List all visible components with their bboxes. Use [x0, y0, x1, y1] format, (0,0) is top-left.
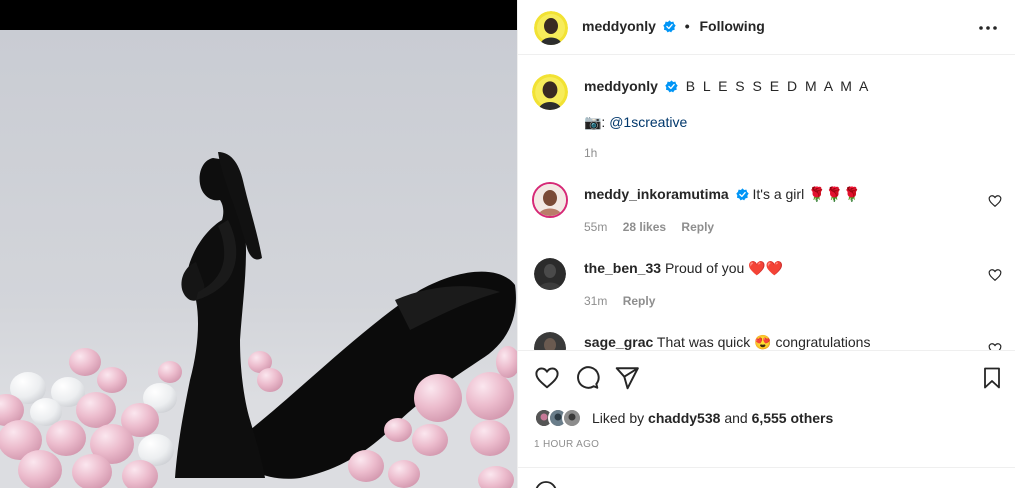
add-comment-bar[interactable] — [518, 467, 1015, 488]
verified-badge-icon — [663, 20, 676, 33]
liker-avatars — [534, 407, 590, 429]
comment-text-line: sage_grac That was quick 😍 congratulatio… — [584, 334, 870, 350]
caption-text: B L E S S E D M A M A — [685, 78, 871, 94]
post-details-panel: meddyonly • Following meddyonly B L E S … — [517, 0, 1015, 488]
commenter-avatar[interactable] — [532, 182, 568, 218]
liked-by-and: and — [724, 410, 748, 426]
photo-credit: 📷: @1screative — [584, 114, 687, 131]
heart-icon[interactable] — [534, 365, 560, 391]
comment-username[interactable]: meddy_inkoramutima — [584, 186, 729, 202]
bookmark-icon[interactable] — [980, 365, 1004, 391]
commenter-avatar[interactable] — [534, 332, 566, 350]
paper-plane-icon[interactable] — [614, 365, 640, 391]
comment-item: meddy_inkoramutima It's a girl 🌹🌹🌹 55m 2… — [532, 182, 1002, 256]
comment-item: the_ben_33 Proud of you ❤️❤️ 31m Reply — [532, 256, 1002, 330]
author-username[interactable]: meddyonly — [582, 18, 656, 34]
verified-badge-icon — [665, 80, 678, 93]
heart-icon[interactable] — [988, 194, 1002, 208]
post-timestamp: 1 HOUR AGO — [534, 439, 600, 450]
comment-text: That was quick 😍 congratulations — [656, 334, 871, 350]
camera-credit-prefix: 📷: — [584, 114, 606, 130]
verified-badge-icon — [735, 188, 749, 201]
comment-text: It's a girl 🌹🌹🌹 — [752, 186, 861, 202]
follow-separator: • — [684, 18, 690, 34]
comments-list[interactable]: meddyonly B L E S S E D M A M A 📷: @1scr… — [518, 56, 1015, 350]
caption-author-avatar[interactable] — [532, 74, 568, 110]
maternity-photo-image — [0, 0, 517, 488]
author-avatar[interactable] — [534, 11, 568, 45]
caption-line: meddyonly B L E S S E D M A M A — [584, 78, 870, 94]
more-horizontal-icon[interactable] — [976, 18, 1000, 38]
commenter-avatar[interactable] — [534, 258, 566, 290]
comment-meta: 55m 28 likes Reply — [584, 220, 726, 234]
comment-likes-count[interactable]: 28 likes — [623, 220, 666, 234]
comment-text-line: meddy_inkoramutima It's a girl 🌹🌹🌹 — [584, 186, 860, 203]
following-button[interactable]: Following — [699, 18, 764, 34]
likes-summary: Liked by chaddy538 and 6,555 others — [534, 407, 833, 429]
comment-time: 31m — [584, 294, 608, 308]
reply-button[interactable]: Reply — [681, 220, 714, 234]
comment-username[interactable]: the_ben_33 — [584, 260, 661, 276]
comment-text: Proud of you ❤️❤️ — [664, 260, 784, 276]
heart-icon[interactable] — [988, 342, 1002, 350]
post-header: meddyonly • Following — [518, 0, 1015, 55]
comment-item: sage_grac That was quick 😍 congratulatio… — [532, 330, 1002, 350]
comment-bubble-icon[interactable] — [574, 365, 600, 391]
liker-avatar[interactable] — [562, 408, 582, 428]
comment-username[interactable]: sage_grac — [584, 334, 653, 350]
liked-by-others[interactable]: 6,555 others — [752, 410, 834, 426]
author-line: meddyonly • Following — [582, 18, 765, 34]
caption-username[interactable]: meddyonly — [584, 78, 658, 94]
heart-icon[interactable] — [988, 268, 1002, 282]
likes-text: Liked by chaddy538 and 6,555 others — [592, 410, 833, 426]
credit-handle-link[interactable]: @1screative — [609, 114, 687, 130]
emoji-icon[interactable] — [534, 480, 558, 488]
comment-text-line: the_ben_33 Proud of you ❤️❤️ — [584, 260, 783, 277]
caption-time: 1h — [584, 146, 598, 160]
reply-button[interactable]: Reply — [623, 294, 656, 308]
post-actions: Liked by chaddy538 and 6,555 others 1 HO… — [518, 350, 1015, 488]
comment-meta: 31m Reply — [584, 294, 667, 308]
comment-time: 55m — [584, 220, 608, 234]
post-photo[interactable] — [0, 0, 517, 488]
liked-by-user[interactable]: chaddy538 — [648, 410, 720, 426]
liked-by-prefix: Liked by — [592, 410, 645, 426]
